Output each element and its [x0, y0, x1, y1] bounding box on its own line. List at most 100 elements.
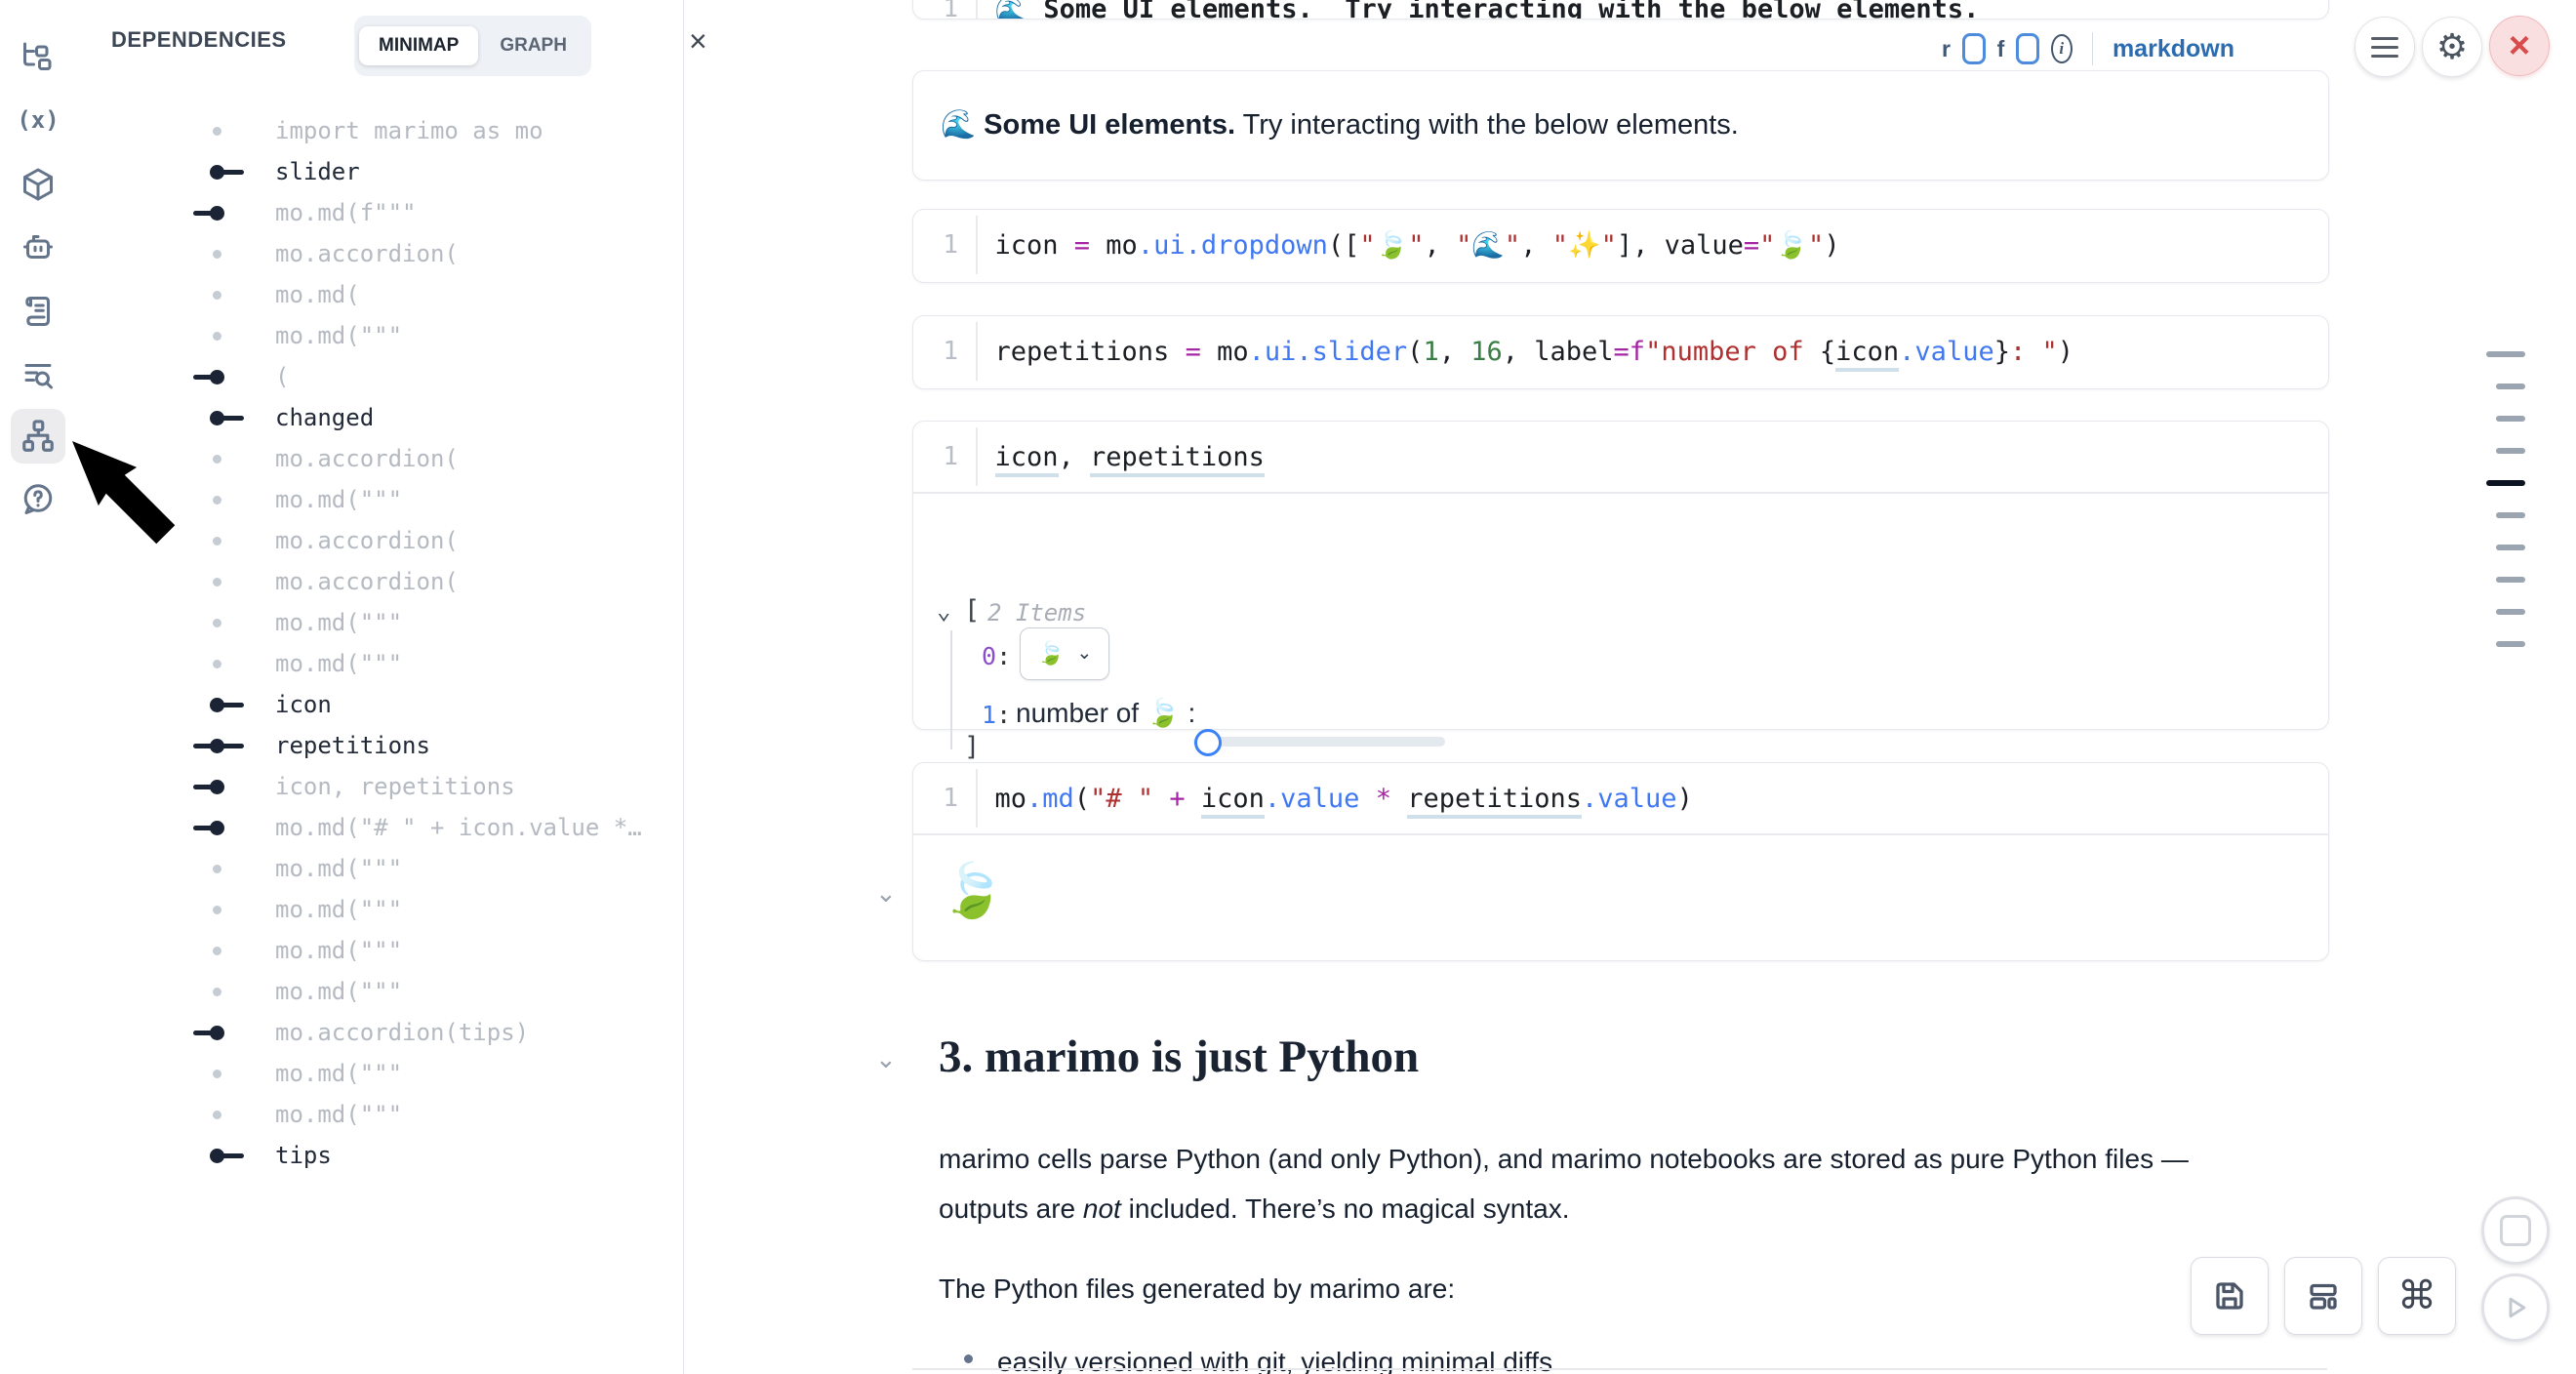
tracker-dash[interactable] — [2496, 641, 2525, 647]
code-cell-slider[interactable]: 1 repetitions = mo.ui.slider(1, 16, labe… — [912, 315, 2329, 389]
layout-button[interactable] — [2284, 1257, 2362, 1335]
minimap-node-dot-icon — [193, 123, 248, 139]
tracker-dash-active[interactable] — [2486, 480, 2525, 486]
slider-track[interactable] — [1193, 737, 1445, 747]
tab-graph[interactable]: GRAPH — [480, 26, 586, 65]
settings-button[interactable]: ⚙ — [2422, 17, 2482, 77]
code-editor-line[interactable]: repetitions = mo.ui.slider(1, 16, label=… — [995, 337, 2074, 367]
sidebar-item-file-tree[interactable] — [11, 28, 65, 83]
sidebar-item-packages[interactable] — [11, 157, 65, 212]
minimap-item[interactable]: mo.md(""" — [76, 602, 681, 643]
minimap-item-label: mo.md("# " + icon.value *… — [275, 814, 642, 841]
slider-thumb[interactable] — [1194, 729, 1222, 756]
code-token: "🍃" — [1359, 230, 1424, 261]
cell-collapse-chevron[interactable]: ⌄ — [875, 878, 897, 909]
code-editor-line[interactable]: icon = mo.ui.dropdown(["🍃", "🌊", "✨"], v… — [995, 229, 1840, 261]
code-token: ) — [1677, 784, 1693, 814]
run-button[interactable] — [2481, 1273, 2550, 1342]
tracker-dash[interactable] — [2496, 545, 2525, 550]
tracker-dash[interactable] — [2496, 448, 2525, 454]
minimap-item-label: mo.md(f""" — [275, 199, 417, 226]
section-collapse-chevron[interactable]: ⌄ — [875, 1044, 897, 1074]
minimap-item[interactable]: mo.md(""" — [76, 930, 681, 971]
sidebar-item-help[interactable] — [11, 472, 65, 527]
minimap-item[interactable]: mo.md(""" — [76, 1094, 681, 1135]
code-editor-line[interactable]: icon, repetitions — [995, 442, 1265, 472]
dropdown-select[interactable]: 🍃 ⌄ — [1020, 627, 1109, 680]
info-icon[interactable]: i — [2051, 34, 2073, 63]
minimap-item[interactable]: mo.md(f""" — [76, 192, 681, 233]
close-panel-icon[interactable]: × — [689, 25, 707, 57]
tree-output: ⌄ [ 2 Items 0: 🍃 ⌄ 1: number of 🍃 : ] — [913, 494, 2328, 728]
minimap-node-dot-icon — [193, 861, 248, 876]
code-token: , label — [1503, 337, 1614, 367]
tree-item-count: 2 Items — [987, 599, 1086, 626]
tracker-dash[interactable] — [2496, 577, 2525, 583]
minimap-item-label: mo.md(""" — [275, 937, 402, 964]
minimap-item[interactable]: repetitions — [76, 725, 681, 766]
sidebar-item-variables[interactable]: (x) — [11, 93, 65, 147]
tracker-dash[interactable] — [2486, 351, 2525, 357]
code-cell-dropdown[interactable]: 1 icon = mo.ui.dropdown(["🍃", "🌊", "✨"],… — [912, 209, 2329, 283]
minimap-item[interactable]: mo.md(""" — [76, 848, 681, 889]
run-toggle-checkbox[interactable] — [1962, 33, 1986, 64]
notebook-menu-button[interactable] — [2355, 17, 2415, 77]
code-editor-line[interactable]: mo.md("# " + icon.value * repetitions.va… — [995, 784, 1693, 814]
view-toggle: MINIMAP GRAPH — [354, 16, 591, 76]
minimap-node-dot-icon — [193, 328, 248, 344]
minimap-item[interactable]: mo.md(""" — [76, 315, 681, 356]
stop-button[interactable] — [2481, 1196, 2550, 1265]
minimap-item[interactable]: mo.accordion( — [76, 561, 681, 602]
tracker-dash[interactable] — [2496, 609, 2525, 615]
minimap-item-label: mo.md(""" — [275, 978, 402, 1005]
clipped-code-cell[interactable]: 1 🌊 Some UI elements. Try interacting wi… — [912, 0, 2329, 20]
tab-minimap[interactable]: MINIMAP — [359, 26, 478, 65]
minimap-item[interactable]: tips — [76, 1135, 681, 1176]
minimap-item[interactable]: mo.md(""" — [76, 889, 681, 930]
minimap-node-dot-icon — [193, 574, 248, 589]
code-token: = — [1614, 337, 1630, 367]
minimap-item[interactable]: mo.md("# " + icon.value *… — [76, 807, 681, 848]
minimap-item[interactable]: mo.md( — [76, 274, 681, 315]
code-cell-md-heading[interactable]: 1 mo.md("# " + icon.value * repetitions.… — [912, 762, 2329, 961]
sidebar-item-ai-assistant[interactable] — [11, 220, 65, 274]
format-toggle-checkbox[interactable] — [2016, 33, 2039, 64]
minimap-node-dot-icon — [193, 984, 248, 999]
minimap-item[interactable]: slider — [76, 151, 681, 192]
sidebar-item-snippets[interactable] — [11, 284, 65, 339]
minimap-item[interactable]: mo.md(""" — [76, 1053, 681, 1094]
tracker-dash[interactable] — [2496, 384, 2525, 389]
minimap-item[interactable]: mo.accordion( — [76, 233, 681, 274]
minimap-item[interactable]: ( — [76, 356, 681, 397]
sidebar-item-logs[interactable] — [11, 348, 65, 403]
minimap-item[interactable]: import marimo as mo — [76, 110, 681, 151]
tracker-dash[interactable] — [2496, 512, 2525, 518]
minimap-item[interactable]: icon, repetitions — [76, 766, 681, 807]
shortcuts-button[interactable]: ⌘ — [2378, 1257, 2456, 1335]
line-number: 1 — [913, 442, 958, 471]
save-button[interactable] — [2191, 1257, 2269, 1335]
minimap-node-out-icon — [193, 1148, 248, 1163]
minimap-item[interactable]: mo.md(""" — [76, 643, 681, 684]
tracker-dash[interactable] — [2496, 416, 2525, 422]
run-toggle-label: r — [1942, 36, 1951, 62]
sidebar-item-dependencies[interactable] — [11, 409, 65, 464]
dependency-graph-icon — [20, 418, 57, 455]
minimap-item-label: mo.md(""" — [275, 650, 402, 677]
bullet-item: easily versioned with git, yielding mini… — [997, 1347, 1552, 1374]
markdown-output-cell[interactable]: 🌊 Some UI elements. Try interacting with… — [912, 70, 2329, 181]
minimap-item[interactable]: mo.accordion(tips) — [76, 1012, 681, 1053]
slider-label: number of 🍃 : — [1016, 697, 1195, 729]
code-token: "number of — [1645, 337, 1820, 367]
minimap-item[interactable]: icon — [76, 684, 681, 725]
language-badge[interactable]: markdown — [2113, 35, 2234, 63]
code-token: .ui.slider — [1249, 337, 1408, 367]
minimap-node-dot-icon — [193, 492, 248, 507]
shutdown-button[interactable]: × — [2489, 16, 2550, 76]
minimap-node-dot-icon — [193, 451, 248, 466]
minimap-item[interactable]: changed — [76, 397, 681, 438]
minimap-node-dot-icon — [193, 656, 248, 671]
code-cell-tuple[interactable]: 1 icon, repetitions ⌄ [ 2 Items 0: 🍃 ⌄ 1… — [912, 421, 2329, 730]
tree-collapse-icon[interactable]: ⌄ — [937, 597, 950, 625]
minimap-item[interactable]: mo.md(""" — [76, 971, 681, 1012]
